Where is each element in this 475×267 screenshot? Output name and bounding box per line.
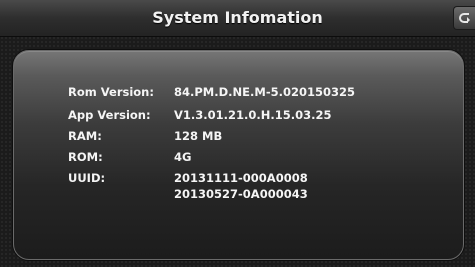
- app-version-value: V1.3.01.21.0.H.15.03.25: [174, 108, 332, 122]
- rom-version-label: Rom Version:: [68, 85, 154, 99]
- uuid-value-line-1: 20131111-000A0008: [174, 171, 308, 185]
- system-info-panel: Rom Version: 84.PM.D.NE.M-5.020150325 Ap…: [13, 50, 464, 260]
- page-title: System Infomation: [152, 8, 323, 27]
- ram-label: RAM:: [68, 129, 102, 143]
- uuid-value: 20131111-000A0008 20130527-0A000043: [174, 170, 308, 202]
- back-arrow-icon: [459, 13, 470, 23]
- rom-label: ROM:: [68, 150, 103, 164]
- uuid-label: UUID:: [68, 171, 106, 185]
- rom-value: 4G: [174, 150, 192, 164]
- rom-version-value: 84.PM.D.NE.M-5.020150325: [174, 85, 355, 99]
- uuid-value-line-2: 20130527-0A000043: [174, 187, 308, 201]
- app-version-label: App Version:: [68, 108, 151, 122]
- back-button[interactable]: [453, 6, 475, 30]
- ram-value: 128 MB: [174, 129, 223, 143]
- title-bar: System Infomation: [0, 0, 475, 37]
